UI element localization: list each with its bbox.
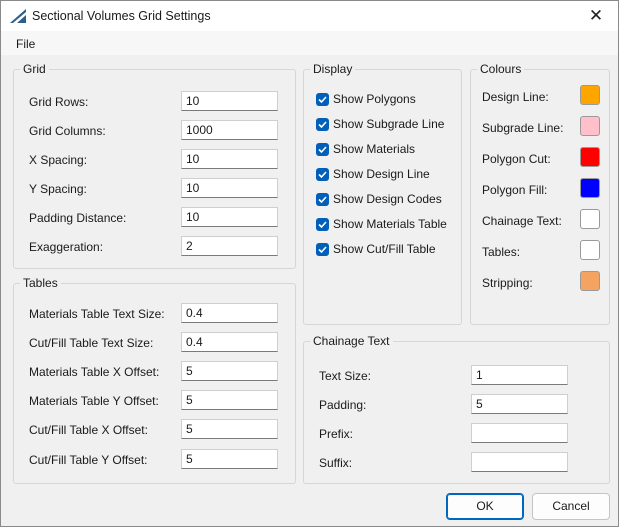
- show-cutfill-table-label: Show Cut/Fill Table: [333, 242, 436, 256]
- subgrade-line-colour-swatch[interactable]: [580, 116, 600, 136]
- x-spacing-label: X Spacing:: [29, 153, 88, 167]
- window-title: Sectional Volumes Grid Settings: [32, 9, 211, 23]
- materials-table-y-offset-label: Materials Table Y Offset:: [29, 394, 159, 408]
- stripping-colour-label: Stripping:: [482, 276, 533, 290]
- checkbox-checked-icon: [316, 193, 329, 206]
- stripping-colour-swatch[interactable]: [580, 271, 600, 291]
- cancel-button[interactable]: Cancel: [532, 493, 610, 520]
- subgrade-line-colour-label: Subgrade Line:: [482, 121, 564, 135]
- cutfill-table-y-offset-label: Cut/Fill Table Y Offset:: [29, 453, 148, 467]
- menu-file[interactable]: File: [16, 37, 35, 51]
- grid-group: Grid Grid Rows: Grid Columns: X Spacing:…: [13, 62, 296, 269]
- design-line-colour-swatch[interactable]: [580, 85, 600, 105]
- materials-table-y-offset-input[interactable]: [181, 390, 278, 410]
- display-group: Display Show Polygons Show Subgrade Line…: [303, 62, 462, 325]
- chainage-text-group-title: Chainage Text: [310, 334, 393, 348]
- app-logo-icon: [10, 9, 26, 23]
- close-button[interactable]: ✕: [574, 1, 618, 31]
- show-subgrade-line-label: Show Subgrade Line: [333, 117, 445, 131]
- chainage-text-group: Chainage Text Text Size: Padding: Prefix…: [303, 334, 610, 484]
- show-materials-table-label: Show Materials Table: [333, 217, 447, 231]
- tables-colour-swatch[interactable]: [580, 240, 600, 260]
- chainage-text-colour-swatch[interactable]: [580, 209, 600, 229]
- chainage-text-size-input[interactable]: [471, 365, 568, 385]
- materials-table-text-size-input[interactable]: [181, 303, 278, 323]
- colours-group: Colours Design Line: Subgrade Line: Poly…: [470, 62, 610, 325]
- cutfill-table-x-offset-label: Cut/Fill Table X Offset:: [29, 423, 148, 437]
- chainage-text-colour-label: Chainage Text:: [482, 214, 562, 228]
- polygon-fill-colour-label: Polygon Fill:: [482, 183, 548, 197]
- checkbox-checked-icon: [316, 218, 329, 231]
- ok-button[interactable]: OK: [446, 493, 524, 520]
- tables-group-title: Tables: [20, 276, 61, 290]
- x-spacing-input[interactable]: [181, 149, 278, 169]
- cutfill-table-x-offset-input[interactable]: [181, 419, 278, 439]
- show-materials-label: Show Materials: [333, 142, 416, 156]
- exaggeration-label: Exaggeration:: [29, 240, 104, 254]
- polygon-cut-colour-swatch[interactable]: [580, 147, 600, 167]
- dialog-window: Sectional Volumes Grid Settings ✕ File G…: [0, 0, 619, 527]
- chainage-suffix-label: Suffix:: [319, 456, 353, 470]
- chainage-padding-input[interactable]: [471, 394, 568, 414]
- exaggeration-input[interactable]: [181, 236, 278, 256]
- grid-group-title: Grid: [20, 62, 49, 76]
- y-spacing-input[interactable]: [181, 178, 278, 198]
- title-bar: Sectional Volumes Grid Settings ✕: [1, 1, 618, 31]
- checkbox-checked-icon: [316, 243, 329, 256]
- tables-group: Tables Materials Table Text Size: Cut/Fi…: [13, 276, 296, 484]
- grid-rows-label: Grid Rows:: [29, 95, 89, 109]
- colours-group-title: Colours: [477, 62, 525, 76]
- cutfill-table-text-size-label: Cut/Fill Table Text Size:: [29, 336, 154, 350]
- materials-table-x-offset-input[interactable]: [181, 361, 278, 381]
- tables-colour-label: Tables:: [482, 245, 521, 259]
- chainage-text-size-label: Text Size:: [319, 369, 372, 383]
- design-line-colour-label: Design Line:: [482, 90, 549, 104]
- checkbox-checked-icon: [316, 143, 329, 156]
- cutfill-table-y-offset-input[interactable]: [181, 449, 278, 469]
- padding-distance-input[interactable]: [181, 207, 278, 227]
- chainage-suffix-input[interactable]: [471, 452, 568, 472]
- chainage-prefix-input[interactable]: [471, 423, 568, 443]
- grid-columns-label: Grid Columns:: [29, 124, 106, 138]
- chainage-prefix-label: Prefix:: [319, 427, 354, 441]
- checkbox-checked-icon: [316, 93, 329, 106]
- padding-distance-label: Padding Distance:: [29, 211, 127, 225]
- show-design-line-label: Show Design Line: [333, 167, 430, 181]
- polygon-cut-colour-label: Polygon Cut:: [482, 152, 551, 166]
- show-design-codes-label: Show Design Codes: [333, 192, 442, 206]
- materials-table-x-offset-label: Materials Table X Offset:: [29, 365, 160, 379]
- grid-rows-input[interactable]: [181, 91, 278, 111]
- y-spacing-label: Y Spacing:: [29, 182, 87, 196]
- polygon-fill-colour-swatch[interactable]: [580, 178, 600, 198]
- close-icon: ✕: [588, 6, 604, 25]
- grid-columns-input[interactable]: [181, 120, 278, 140]
- chainage-padding-label: Padding:: [319, 398, 367, 412]
- menu-bar: File: [1, 31, 618, 55]
- show-polygons-label: Show Polygons: [333, 92, 416, 106]
- checkbox-checked-icon: [316, 118, 329, 131]
- checkbox-checked-icon: [316, 168, 329, 181]
- materials-table-text-size-label: Materials Table Text Size:: [29, 307, 165, 321]
- display-group-title: Display: [310, 62, 356, 76]
- cutfill-table-text-size-input[interactable]: [181, 332, 278, 352]
